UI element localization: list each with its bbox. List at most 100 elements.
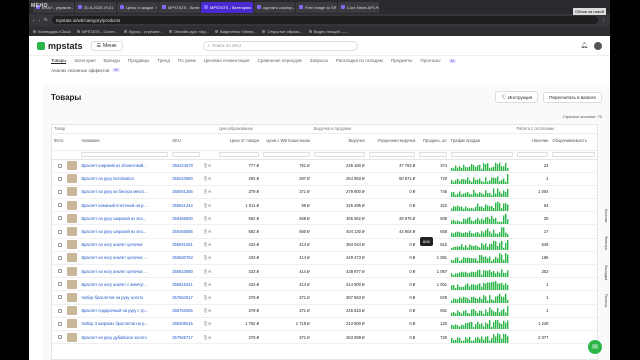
bell-icon[interactable]: ⍾: [207, 295, 211, 300]
back-icon[interactable]: ‹: [33, 18, 35, 23]
table-row[interactable]: Браслет на ногу анклет цепочка ... 356810…: [52, 264, 597, 279]
bell-icon[interactable]: ⍾: [207, 176, 211, 181]
product-sku[interactable]: 356841001: [170, 238, 202, 252]
sales-sparkline[interactable]: [451, 226, 509, 238]
table-row[interactable]: Браслет на ногу анклет с жемчуг... 356815…: [52, 277, 597, 292]
bell-icon[interactable]: ⍾: [207, 216, 211, 221]
table-row[interactable]: Браслет на руку широкий из эпо... 3564555…: [52, 224, 597, 239]
tab-10[interactable]: Предметы: [391, 58, 413, 63]
table-row[interactable]: Браслет на руку широкий из эпо... 3564665…: [52, 211, 597, 226]
filter-input[interactable]: [218, 152, 260, 157]
product-thumbnail[interactable]: [67, 279, 78, 289]
column-header[interactable]: Упущенная выручка: [366, 133, 418, 151]
row-checkbox[interactable]: [57, 216, 62, 221]
row-checkbox[interactable]: [57, 176, 62, 181]
row-checkbox[interactable]: [57, 269, 62, 274]
product-thumbnail[interactable]: [67, 174, 78, 184]
product-sku[interactable]: 356810890: [170, 264, 202, 279]
tab-7[interactable]: Сравнение периодов: [257, 58, 301, 63]
column-header[interactable]: SKU: [170, 133, 202, 151]
reload-icon[interactable]: ↻: [44, 17, 48, 23]
filter-input[interactable]: [451, 152, 513, 157]
row-checkbox[interactable]: [57, 295, 62, 300]
filter-input[interactable]: [263, 152, 310, 157]
close-icon[interactable]: ×: [115, 5, 116, 10]
bell-icon[interactable]: ⍾: [207, 282, 211, 287]
sales-sparkline[interactable]: [451, 292, 509, 303]
filter-input[interactable]: [419, 152, 448, 157]
product-thumbnail[interactable]: [67, 292, 78, 302]
column-header[interactable]: Продано, шт: [417, 133, 450, 151]
product-name[interactable]: Браслет подарочный на руку с гр...: [79, 304, 171, 318]
table-row[interactable]: Набор 3 широких браслетов на р... 3853056…: [52, 317, 597, 331]
product-thumbnail[interactable]: [67, 266, 78, 276]
tab-3[interactable]: Продавцы: [128, 58, 149, 63]
tab-9[interactable]: Раскладка по складам: [336, 58, 383, 63]
tab-0[interactable]: Товары: [51, 58, 67, 64]
sidebar-tab[interactable]: Фильтры: [604, 236, 608, 250]
browser-tab[interactable]: MPSTATS - Категория: Ж...×: [201, 1, 253, 13]
bell-icon[interactable]: ⍾: [207, 189, 211, 194]
product-sku[interactable]: 385305615: [170, 317, 202, 331]
sales-sparkline[interactable]: [451, 305, 509, 317]
bell-icon[interactable]: ⍾: [207, 308, 211, 313]
column-header[interactable]: Выручка: [311, 133, 367, 151]
product-thumbnail[interactable]: [67, 161, 78, 171]
product-name[interactable]: Браслет широкий из эбонитовой...: [79, 159, 171, 173]
product-name[interactable]: Браслет на руку дубайское золото: [79, 330, 171, 345]
sales-sparkline[interactable]: [451, 279, 509, 290]
filter-input[interactable]: [516, 152, 549, 157]
filter-input[interactable]: [552, 152, 595, 157]
browser-tab[interactable]: Цены и скидки ×: [117, 1, 158, 13]
bell-icon[interactable]: 🔔︎: [580, 42, 588, 50]
column-header[interactable]: Цена от товара: [216, 133, 262, 151]
forward-icon[interactable]: ›: [39, 18, 41, 23]
table-row[interactable]: Браслет на руку Nomination 356010880 ⎘ ⍾ 29…: [52, 172, 597, 186]
column-header[interactable]: График продаж: [449, 133, 515, 151]
chat-fab[interactable]: ✉: [588, 340, 602, 354]
product-thumbnail[interactable]: [67, 306, 78, 316]
product-name[interactable]: Браслет на руку широкий из эпо...: [79, 211, 171, 226]
sales-sparkline[interactable]: [451, 252, 509, 264]
product-sku[interactable]: 357664017: [170, 290, 202, 305]
row-checkbox[interactable]: [57, 335, 62, 340]
table-row[interactable]: Браслет подарочный на руку с гр... 356752…: [52, 304, 597, 318]
tab-6[interactable]: Ценовая сегментация: [204, 58, 250, 63]
bookmark-item[interactable]: MPSTATS - Систе...: [76, 29, 118, 34]
product-name[interactable]: Браслет на ногу анклет цепочка ...: [79, 251, 171, 266]
row-checkbox[interactable]: [57, 308, 62, 313]
product-thumbnail[interactable]: [67, 187, 78, 197]
sales-sparkline[interactable]: [451, 332, 509, 343]
product-thumbnail[interactable]: [67, 200, 78, 210]
row-checkbox[interactable]: [57, 255, 62, 260]
browser-tab[interactable]: Core News API-Pa...×: [338, 1, 379, 13]
browser-tab[interactable]: сделать ссылку...×: [254, 1, 295, 13]
row-checkbox[interactable]: [57, 203, 62, 208]
browser-tab[interactable]: 30-5-2025 29:21×: [75, 1, 116, 13]
product-name[interactable]: Браслет на руку широкий из эпо...: [79, 224, 171, 239]
bookmark-item[interactable]: Видео лекций —...: [308, 29, 348, 34]
product-name[interactable]: Браслет на ногу анклет цепочка: [79, 238, 171, 252]
bookmark-item[interactable]: Открытое образо...: [262, 29, 303, 34]
product-thumbnail[interactable]: [67, 253, 78, 263]
product-thumbnail[interactable]: [67, 240, 78, 250]
product-name[interactable]: Браслет на руку из бисера много...: [79, 185, 171, 200]
sidebar-tab[interactable]: Закладки: [604, 265, 608, 280]
column-header[interactable]: Название: [79, 133, 171, 151]
table-row[interactable]: Набор браслетов на руку золото 357664017 ⎘…: [52, 290, 597, 305]
product-sku[interactable]: 356010880: [170, 172, 202, 186]
bell-icon[interactable]: ⍾: [207, 255, 211, 260]
sidebar-tab[interactable]: Колонки: [604, 209, 608, 222]
sales-sparkline[interactable]: [451, 239, 509, 251]
product-name[interactable]: Набор 3 широких браслетов на р...: [79, 317, 171, 331]
sales-sparkline[interactable]: [451, 266, 509, 277]
menu-dots-icon[interactable]: ⋮: [602, 17, 607, 23]
table-row[interactable]: Браслет на ногу анклет цепочка 356841001 ⎘…: [52, 238, 597, 252]
bell-icon[interactable]: ⍾: [207, 242, 211, 247]
table-row[interactable]: Браслет на руку из бисера много... 355001…: [52, 185, 597, 200]
tab-4[interactable]: Тренд: [157, 58, 170, 63]
row-checkbox[interactable]: [57, 242, 62, 247]
filter-input[interactable]: [368, 152, 416, 157]
close-icon[interactable]: ×: [155, 5, 157, 10]
bell-icon[interactable]: ⍾: [207, 269, 211, 274]
